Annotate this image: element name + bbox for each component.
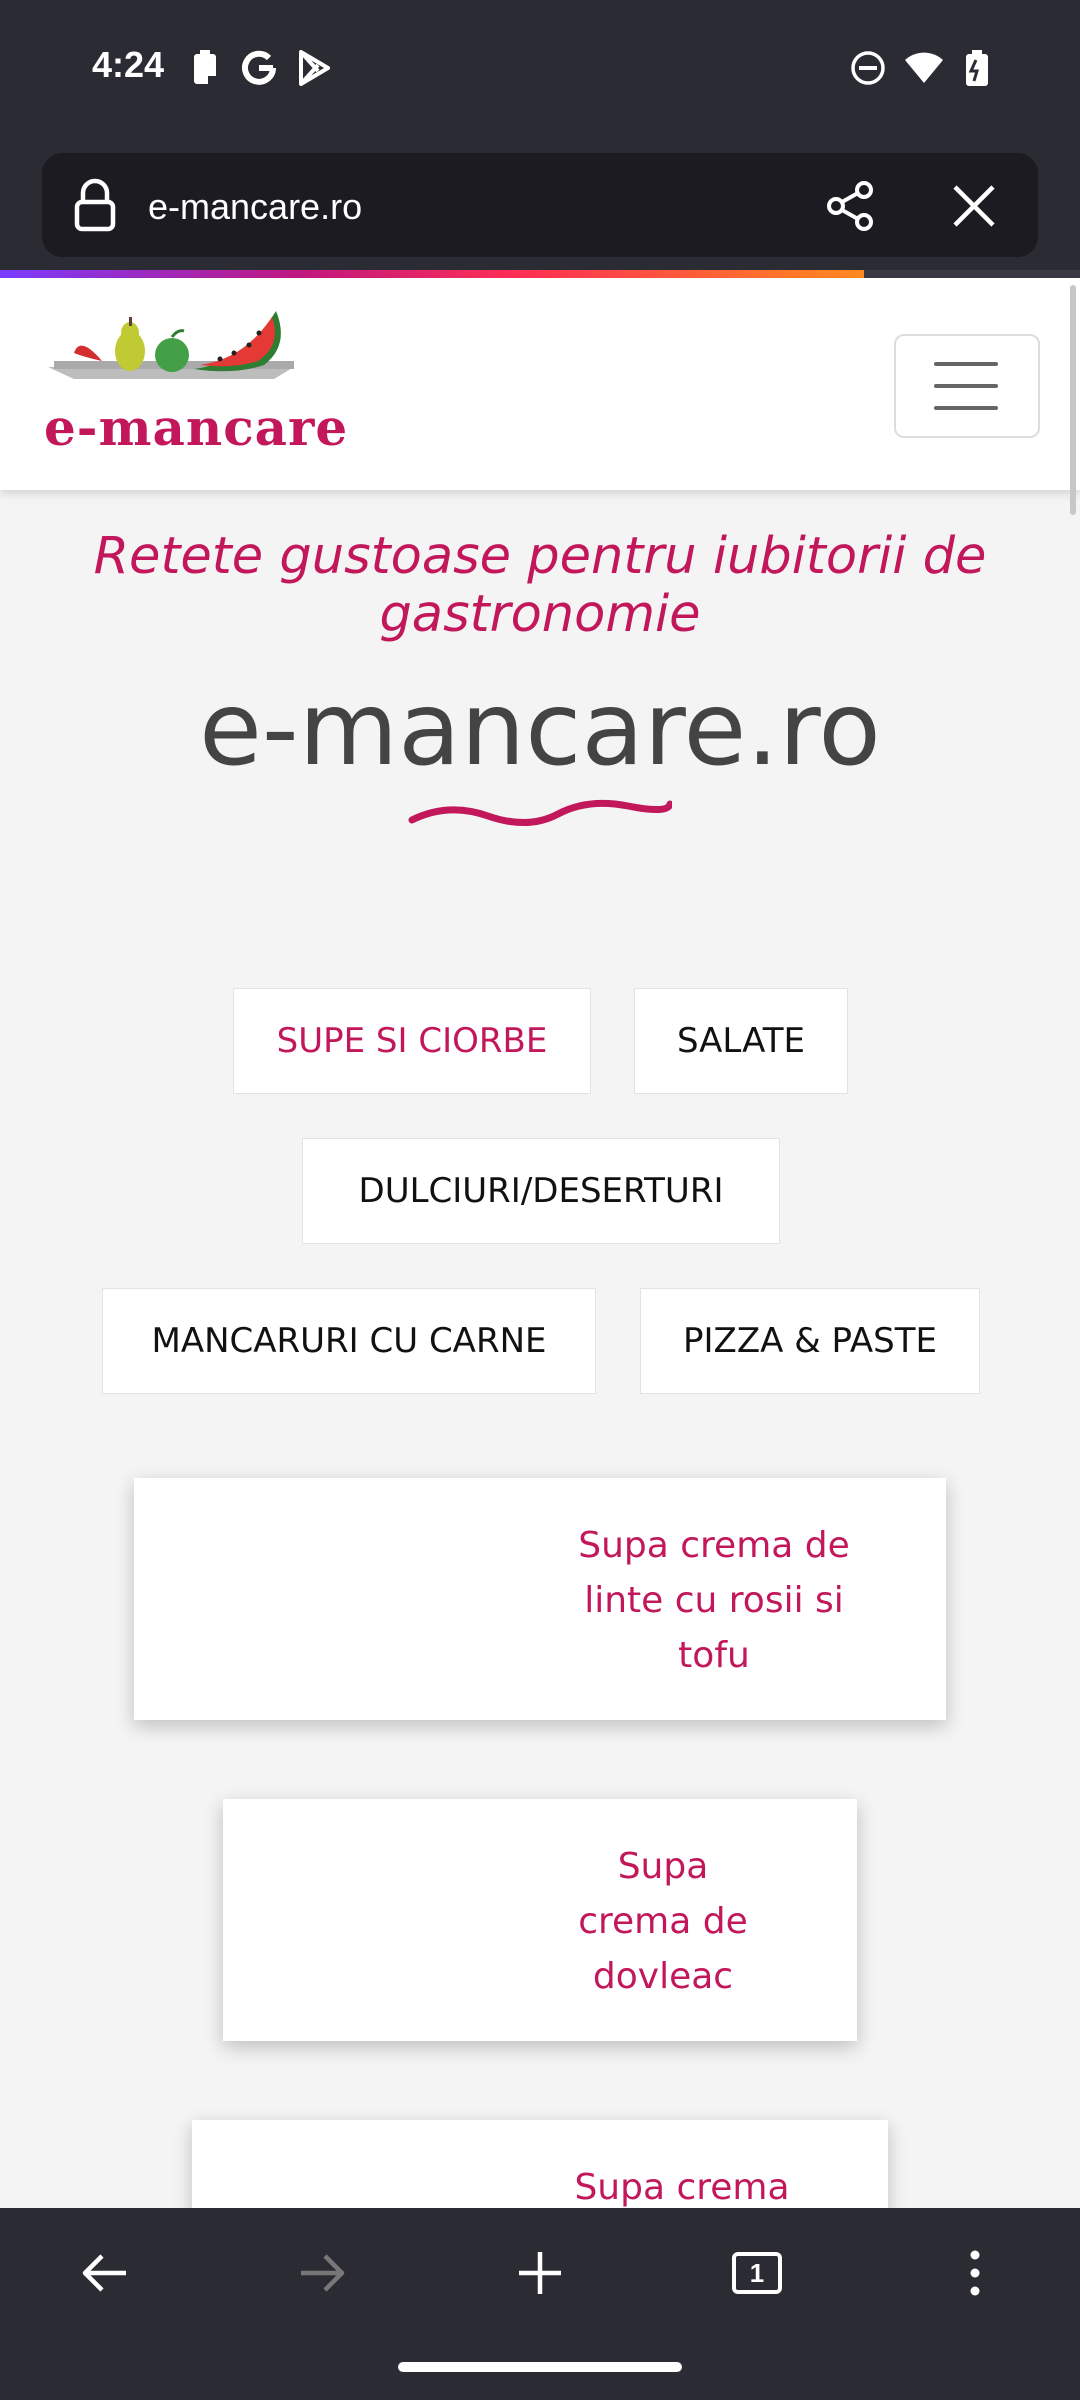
site-logo-text[interactable]: e-mancare xyxy=(44,398,348,457)
site-logo-graphic[interactable] xyxy=(44,305,304,405)
google-icon xyxy=(242,50,276,85)
status-bar: 4:24 xyxy=(0,0,1080,140)
hamburger-menu-button[interactable] xyxy=(894,334,1040,438)
more-menu-icon xyxy=(970,2250,980,2296)
new-tab-button[interactable] xyxy=(490,2240,590,2306)
category-dulciuri-deserturi[interactable]: DULCIURI/DESERTURI xyxy=(302,1138,780,1244)
gesture-home-bar[interactable] xyxy=(398,2362,682,2372)
status-left-icons xyxy=(190,48,332,88)
page-load-progress-track xyxy=(864,270,1080,278)
share-icon[interactable] xyxy=(824,180,876,232)
forward-icon xyxy=(301,2254,345,2292)
lock-icon xyxy=(74,178,116,232)
forward-button[interactable] xyxy=(272,2240,372,2306)
recipe-card[interactable]: Supa crema de linte cu rosii si tofu xyxy=(134,1478,946,1720)
url-text[interactable]: e-mancare.ro xyxy=(148,186,362,228)
wifi-icon xyxy=(905,52,943,83)
play-store-icon xyxy=(299,50,330,86)
title-underline-squiggle xyxy=(408,799,672,827)
close-icon[interactable] xyxy=(952,184,996,228)
back-icon xyxy=(82,2254,126,2292)
status-time: 4:24 xyxy=(92,44,165,85)
site-title: e-mancare.ro xyxy=(199,670,881,789)
more-menu-button[interactable] xyxy=(925,2240,1025,2306)
battery-saver-icon xyxy=(194,50,216,84)
tab-count: 1 xyxy=(749,2257,765,2288)
hamburger-icon xyxy=(934,362,998,366)
hamburger-line xyxy=(934,406,998,410)
battery-icon xyxy=(966,50,988,86)
back-button[interactable] xyxy=(55,2240,155,2306)
category-supe-si-ciorbe[interactable]: SUPE SI CIORBE xyxy=(233,988,591,1094)
page-scrollbar[interactable] xyxy=(1070,285,1076,515)
hamburger-line xyxy=(934,384,998,388)
category-mancaruri-cu-carne[interactable]: MANCARURI CU CARNE xyxy=(102,1288,596,1394)
recipe-title[interactable]: Supa crema de linte cu rosii si tofu xyxy=(564,1518,864,1683)
site-tagline: Retete gustoase pentru iubitorii de gast… xyxy=(93,527,987,644)
tabs-button[interactable]: 1 xyxy=(707,2240,807,2306)
status-right-icons xyxy=(850,48,994,88)
tabs-icon: 1 xyxy=(732,2252,782,2294)
dnd-icon xyxy=(851,51,885,85)
recipe-title[interactable]: Supa crema xyxy=(572,2160,792,2215)
page-load-progress xyxy=(0,270,864,278)
category-pizza-paste[interactable]: PIZZA & PASTE xyxy=(640,1288,980,1394)
recipe-title[interactable]: Supa crema de dovleac xyxy=(573,1839,753,2004)
category-salate[interactable]: SALATE xyxy=(634,988,848,1094)
new-tab-icon xyxy=(519,2252,561,2294)
recipe-card[interactable]: Supa crema de dovleac xyxy=(223,1799,857,2041)
